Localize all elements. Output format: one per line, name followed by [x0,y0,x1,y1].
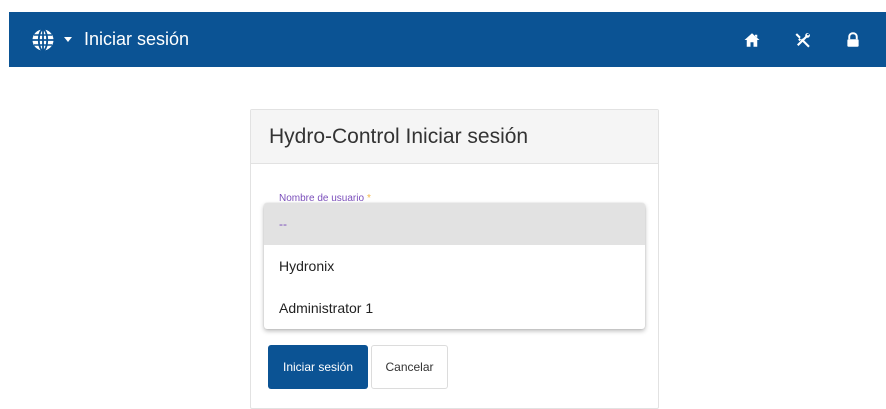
home-icon [744,32,760,47]
navbar-title: Iniciar sesión [84,29,190,49]
login-button[interactable]: Iniciar sesión [268,345,368,389]
username-dropdown[interactable]: -- Hydronix Administrator 1 [264,203,645,329]
lock-icon [847,31,859,47]
dropdown-option-hydronix[interactable]: Hydronix [264,245,645,287]
card-title: Hydro-Control Iniciar sesión [269,124,529,148]
cancel-button[interactable]: Cancelar [371,345,448,389]
navbar-actions [727,12,886,67]
dropdown-option-empty[interactable]: -- [264,203,645,245]
language-menu[interactable]: Iniciar sesión [31,12,189,67]
tools-icon [795,32,810,47]
lock-button[interactable] [828,12,878,67]
home-button[interactable] [727,12,777,67]
globe-icon[interactable] [31,28,55,52]
tools-button[interactable] [778,12,828,67]
caret-down-icon[interactable] [64,37,72,42]
top-navbar: Iniciar sesión [9,12,886,67]
dropdown-option-administrator[interactable]: Administrator 1 [264,287,645,329]
card-header: Hydro-Control Iniciar sesión [251,110,658,164]
